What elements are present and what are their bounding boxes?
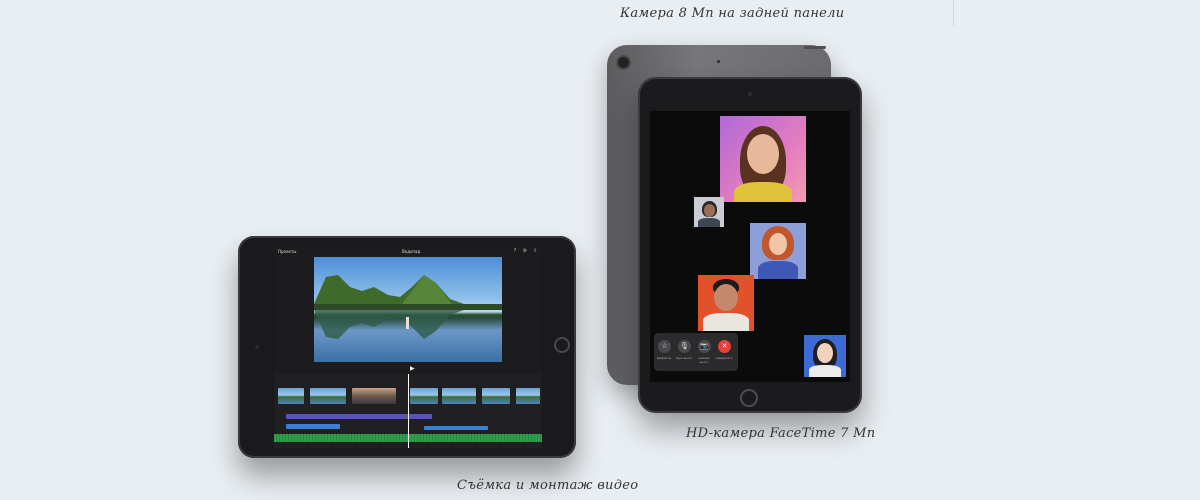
play-icon[interactable]: ▶	[410, 365, 415, 372]
projects-back-link[interactable]: Проекты	[278, 249, 296, 254]
video-clip[interactable]	[278, 388, 304, 404]
audio-track-blue[interactable]	[286, 424, 340, 429]
video-clip[interactable]	[352, 388, 396, 404]
video-clip[interactable]	[442, 388, 476, 404]
participant-tile-curly[interactable]	[750, 223, 806, 279]
project-title: Водопад	[402, 249, 421, 254]
title-track[interactable]	[286, 414, 432, 419]
imovie-screen: Проекты Водопад ? ⚙ ⇪ ▶	[274, 246, 542, 448]
control-label-end: завершить	[715, 356, 733, 360]
divider-line	[953, 0, 954, 26]
end-call-icon[interactable]: ✕	[718, 340, 731, 353]
playhead[interactable]	[408, 374, 409, 448]
participant-tile-man[interactable]	[698, 275, 754, 331]
caption-rear-camera: Камера 8 Мп на задней панели	[620, 6, 845, 21]
video-preview[interactable]	[314, 257, 502, 362]
top-button	[804, 46, 826, 49]
microphone-dot	[717, 60, 720, 63]
rear-camera-icon	[618, 57, 629, 68]
camera-icon[interactable]: 📷	[698, 340, 711, 353]
share-icon[interactable]: ⇪	[532, 248, 538, 254]
video-clip[interactable]	[410, 388, 438, 404]
star-icon[interactable]: ☆	[658, 340, 671, 353]
front-camera-icon	[748, 92, 752, 96]
home-button[interactable]	[740, 389, 758, 407]
ipad-imovie: Проекты Водопад ? ⚙ ⇪ ▶	[238, 236, 576, 458]
video-clip[interactable]	[482, 388, 510, 404]
control-label-camera: камера выкл.	[698, 356, 710, 364]
video-clip[interactable]	[310, 388, 346, 404]
video-clip[interactable]	[516, 388, 540, 404]
timeline[interactable]	[274, 374, 542, 448]
participant-tile-main[interactable]	[720, 116, 806, 202]
facetime-screen: ☆ эффекты 🎙 звук выкл. 📷 камера выкл. ✕ …	[650, 111, 850, 382]
front-camera-icon	[255, 345, 259, 349]
participant-tile-small[interactable]	[694, 197, 724, 227]
control-label-mute: звук выкл.	[675, 356, 693, 360]
mic-icon[interactable]: 🎙	[678, 340, 691, 353]
imovie-topbar: Проекты Водопад ? ⚙ ⇪	[274, 246, 542, 257]
caption-front-camera: HD-камера FaceTime 7 Мп	[686, 426, 876, 441]
imovie-toolbar: ▶	[274, 364, 542, 373]
control-label-effects: эффекты	[656, 356, 672, 360]
self-view-tile[interactable]	[804, 335, 846, 377]
facetime-controls: ☆ эффекты 🎙 звук выкл. 📷 камера выкл. ✕ …	[654, 333, 738, 371]
ipad-facetime: ☆ эффекты 🎙 звук выкл. 📷 камера выкл. ✕ …	[638, 77, 862, 413]
audio-track-blue-2[interactable]	[424, 426, 488, 430]
settings-icon[interactable]: ⚙	[522, 248, 528, 254]
help-icon[interactable]: ?	[512, 248, 518, 254]
home-button[interactable]	[554, 337, 570, 353]
caption-video: Съёмка и монтаж видео	[457, 478, 639, 493]
